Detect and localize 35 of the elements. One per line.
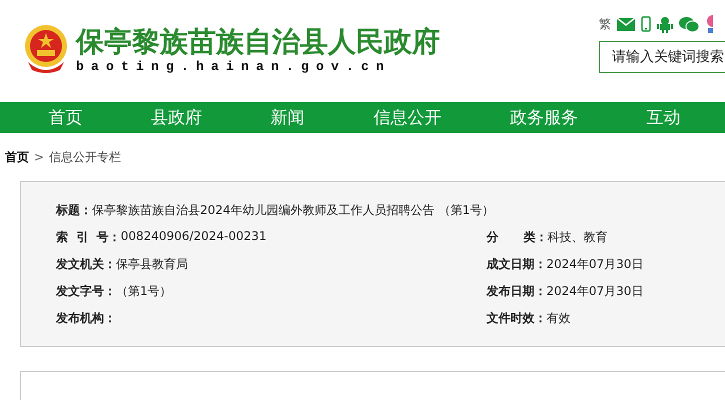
field-value: 保亭县教育局 (116, 256, 188, 273)
search-field[interactable]: 请输入关键词搜索 (599, 41, 725, 73)
phone-icon[interactable] (641, 16, 651, 32)
field-label: 文件时效： (486, 310, 546, 327)
mail-icon[interactable] (617, 18, 635, 30)
emblem-icon (22, 24, 70, 74)
nav-item[interactable]: 互动 (646, 106, 681, 129)
wechat-icon[interactable] (679, 16, 699, 32)
field-label: 发布日期： (486, 283, 546, 300)
robot-icon[interactable] (657, 16, 673, 32)
field-value: 有效 (546, 310, 570, 327)
field-label: 发文机关： (56, 256, 116, 273)
nav-item[interactable]: 政务服务 (510, 106, 578, 129)
breadcrumb-separator: > (34, 150, 44, 164)
field-label: 索 引 号： (56, 229, 121, 246)
field-label: 成文日期： (486, 256, 546, 273)
site-name: 保亭黎族苗族自治县人民政府 (76, 24, 440, 58)
field-label: 分 类： (486, 229, 548, 246)
breadcrumb-home-link[interactable]: 首页 (5, 148, 29, 166)
field-label: 标题： (56, 202, 92, 219)
field-value: （第1号） (116, 283, 172, 300)
field-label: 发文字号： (56, 283, 116, 300)
field-value: 科技、教育 (547, 229, 608, 246)
nav-item[interactable]: 信息公开 (373, 106, 442, 129)
nav-item[interactable]: 县政府 (150, 106, 202, 129)
nav-item[interactable]: 新闻 (270, 106, 305, 129)
field-value: 008240906/2024-00231 (120, 229, 267, 245)
field-value: 2024年07月30日 (546, 256, 644, 273)
site-domain: baoting.hainan.gov.cn (76, 58, 392, 74)
breadcrumb-current-link[interactable]: 信息公开专栏 (49, 148, 122, 166)
field-value: 2024年07月30日 (546, 283, 644, 300)
field-label: 发布机构： (56, 310, 116, 327)
nav-item[interactable]: 首页 (48, 106, 82, 129)
traditional-chinese-link[interactable]: 繁 (599, 16, 611, 32)
document-title: 保亭黎族苗族自治县2024年幼儿园编外教师及工作人员招聘公告 （第1号） (92, 202, 494, 219)
